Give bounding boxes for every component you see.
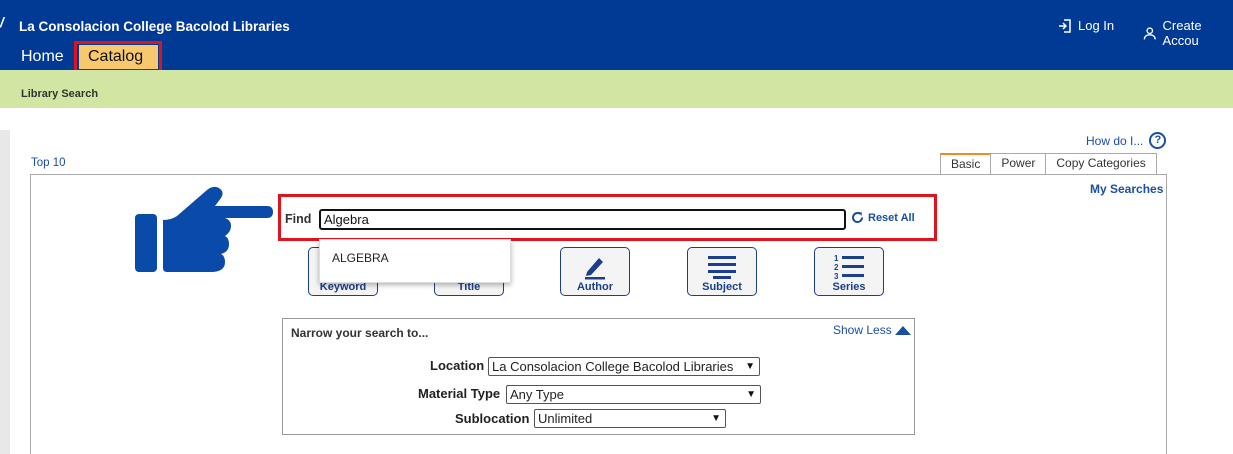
my-searches-link[interactable]: My Searches <box>1090 182 1163 196</box>
pointing-hand-icon <box>135 186 273 272</box>
top-10-link[interactable]: Top 10 <box>31 157 66 169</box>
material-type-label: Material Type <box>418 386 501 401</box>
sublocation-label: Sublocation <box>455 411 530 426</box>
create-account-label: Create Accou <box>1162 18 1202 48</box>
svg-text:3: 3 <box>834 272 839 281</box>
location-value: La Consolacion College Bacolod Libraries <box>492 359 734 374</box>
nav-home[interactable]: Home <box>21 48 64 66</box>
author-label: Author <box>576 281 614 293</box>
chevron-down-icon: ▼ <box>711 413 721 424</box>
chevron-down-icon: ▼ <box>746 389 756 400</box>
subject-search-button[interactable]: Subject <box>687 247 757 296</box>
location-select[interactable]: La Consolacion College Bacolod Libraries… <box>488 357 760 376</box>
pencil-icon <box>585 258 605 280</box>
triangle-up-icon <box>894 325 911 335</box>
material-type-select[interactable]: Any Type ▼ <box>506 385 761 404</box>
author-search-button[interactable]: Author <box>560 247 630 296</box>
how-do-i-label: How do I... <box>1086 133 1144 148</box>
create-account-link[interactable]: Create Accou <box>1143 18 1233 48</box>
chevron-down-icon: ▼ <box>745 361 755 372</box>
help-icon[interactable]: ? <box>1149 132 1167 149</box>
login-link[interactable]: Log In <box>1058 18 1114 33</box>
tab-copy-categories[interactable]: Copy Categories <box>1046 153 1157 174</box>
series-search-button[interactable]: 1 2 3 Series <box>814 247 884 296</box>
brand-logo: / <box>0 14 4 30</box>
login-icon <box>1059 18 1071 33</box>
login-label: Log In <box>1078 18 1115 33</box>
svg-text:1: 1 <box>834 254 839 263</box>
autocomplete-dropdown: ALGEBRA <box>319 239 511 283</box>
breadcrumb-bar <box>0 70 1233 108</box>
sublocation-value: Unlimited <box>538 411 593 426</box>
numbered-list-icon: 1 2 3 <box>834 254 864 281</box>
tab-power[interactable]: Power <box>991 153 1047 174</box>
left-margin-strip <box>0 130 10 454</box>
narrow-search-box: Narrow your search to... Show Less Locat… <box>282 318 915 435</box>
subject-label: Subject <box>702 281 742 293</box>
user-icon <box>1143 26 1156 39</box>
show-less-toggle[interactable]: Show Less <box>833 323 911 337</box>
top-header <box>0 0 1233 70</box>
material-type-value: Any Type <box>510 387 564 402</box>
narrow-title: Narrow your search to... <box>291 326 429 340</box>
search-mode-tabs: Basic Power Copy Categories <box>940 153 1157 174</box>
location-label: Location <box>430 358 485 373</box>
tab-basic[interactable]: Basic <box>940 153 992 174</box>
how-do-i-link[interactable]: How do I... ? <box>1086 132 1167 149</box>
show-less-label: Show Less <box>833 323 892 337</box>
svg-text:2: 2 <box>834 263 839 272</box>
sublocation-select[interactable]: Unlimited ▼ <box>534 409 726 428</box>
autocomplete-option[interactable]: ALGEBRA <box>332 251 389 265</box>
series-label: Series <box>832 281 866 293</box>
breadcrumb: Library Search <box>21 88 99 100</box>
find-highlight-box <box>278 194 937 241</box>
library-title: La Consolacion College Bacolod Libraries <box>19 19 290 34</box>
subject-lines-icon <box>708 256 736 279</box>
